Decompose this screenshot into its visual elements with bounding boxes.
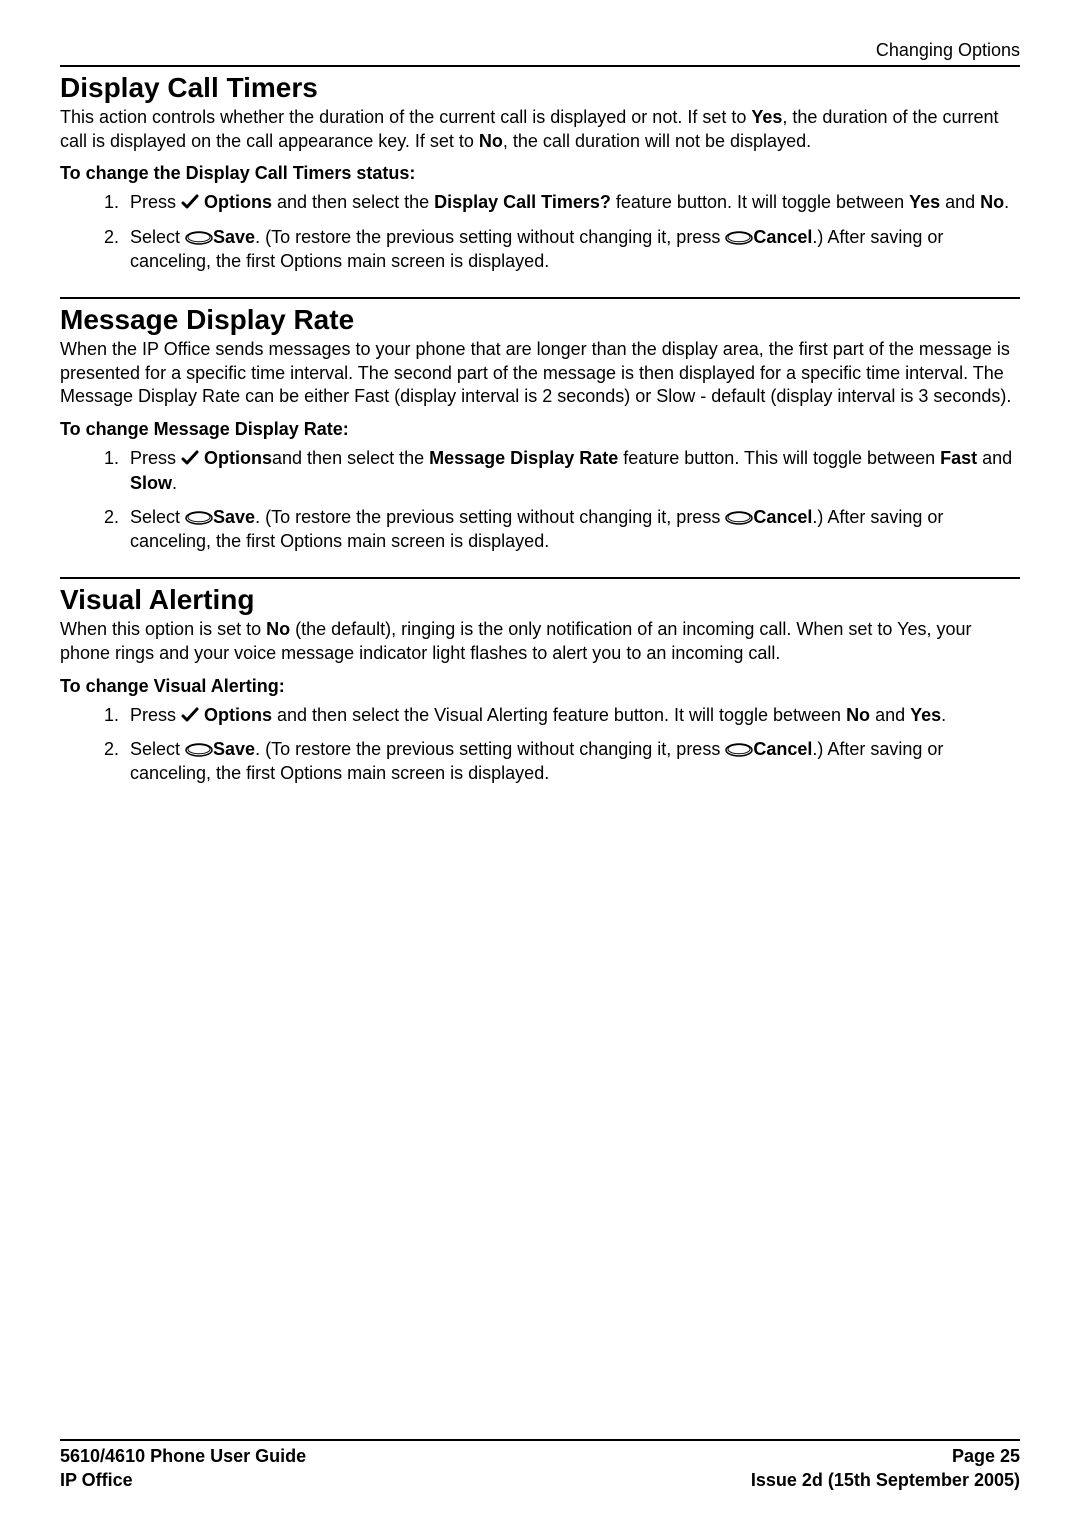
cancel-label: Cancel <box>753 227 812 247</box>
options-label: Options <box>199 192 272 212</box>
step-1: Press Options and then select the Visual… <box>124 703 1020 727</box>
softkey-icon <box>725 231 753 245</box>
header-rule <box>60 65 1020 67</box>
page-container: Changing Options Display Call Timers Thi… <box>0 0 1080 1528</box>
step-text: . <box>172 473 177 493</box>
step-text: Press <box>130 448 181 468</box>
step-text: . (To restore the previous setting witho… <box>255 507 725 527</box>
options-label: Options <box>199 448 272 468</box>
page-footer: 5610/4610 Phone User Guide Page 25 IP Of… <box>60 1439 1020 1492</box>
value-no: No <box>846 705 870 725</box>
footer-left-1: 5610/4610 Phone User Guide <box>60 1445 306 1468</box>
feature-name: Message Display Rate <box>429 448 618 468</box>
value-no: No <box>980 192 1004 212</box>
value-yes: Yes <box>910 705 941 725</box>
steps-list: Press Options and then select the Displa… <box>60 190 1020 273</box>
save-label: Save <box>213 739 255 759</box>
step-text: and then select the Visual Alerting feat… <box>272 705 846 725</box>
softkey-icon <box>185 743 213 757</box>
step-2: Select Save. (To restore the previous se… <box>124 737 1020 786</box>
cancel-label: Cancel <box>753 739 812 759</box>
check-icon <box>181 194 199 210</box>
step-text: Press <box>130 705 181 725</box>
section-rule <box>60 297 1020 299</box>
step-text: feature button. This will toggle between <box>618 448 940 468</box>
feature-name: Display Call Timers? <box>434 192 611 212</box>
intro-text: This action controls whether the duratio… <box>60 107 751 127</box>
step-1: Press Optionsand then select the Message… <box>124 446 1020 495</box>
step-1: Press Options and then select the Displa… <box>124 190 1020 214</box>
section-intro: When this option is set to No (the defau… <box>60 618 1020 666</box>
steps-list: Press Options and then select the Visual… <box>60 703 1020 786</box>
footer-row-2: IP Office Issue 2d (15th September 2005) <box>60 1469 1020 1492</box>
section-rule <box>60 577 1020 579</box>
options-label: Options <box>199 705 272 725</box>
softkey-icon <box>185 511 213 525</box>
section-visual-alerting: Visual Alerting When this option is set … <box>60 585 1020 785</box>
check-icon <box>181 450 199 466</box>
intro-text: , the call duration will not be displaye… <box>503 131 811 151</box>
softkey-icon <box>725 743 753 757</box>
cancel-label: Cancel <box>753 507 812 527</box>
step-text: Select <box>130 227 185 247</box>
value-no: No <box>479 131 503 151</box>
step-text: and then select the <box>272 448 429 468</box>
section-message-display-rate: Message Display Rate When the IP Office … <box>60 305 1020 553</box>
save-label: Save <box>213 507 255 527</box>
section-display-call-timers: Display Call Timers This action controls… <box>60 73 1020 273</box>
subheading: To change the Display Call Timers status… <box>60 163 1020 184</box>
step-text: Select <box>130 739 185 759</box>
step-text: and <box>977 448 1012 468</box>
step-2: Select Save. (To restore the previous se… <box>124 505 1020 554</box>
value-slow: Slow <box>130 473 172 493</box>
section-title: Visual Alerting <box>60 585 1020 616</box>
value-no: No <box>266 619 290 639</box>
step-text: . <box>1004 192 1009 212</box>
intro-text: When this option is set to <box>60 619 266 639</box>
step-text: and <box>940 192 980 212</box>
step-text: Press <box>130 192 181 212</box>
value-fast: Fast <box>940 448 977 468</box>
save-label: Save <box>213 227 255 247</box>
softkey-icon <box>185 231 213 245</box>
step-2: Select Save. (To restore the previous se… <box>124 225 1020 274</box>
step-text: . (To restore the previous setting witho… <box>255 227 725 247</box>
step-text: feature button. It will toggle between <box>611 192 909 212</box>
footer-left-2: IP Office <box>60 1469 133 1492</box>
steps-list: Press Optionsand then select the Message… <box>60 446 1020 553</box>
section-title: Display Call Timers <box>60 73 1020 104</box>
section-intro: This action controls whether the duratio… <box>60 106 1020 154</box>
step-text: Select <box>130 507 185 527</box>
softkey-icon <box>725 511 753 525</box>
section-title: Message Display Rate <box>60 305 1020 336</box>
section-intro: When the IP Office sends messages to you… <box>60 338 1020 409</box>
step-text: and then select the <box>272 192 434 212</box>
check-icon <box>181 707 199 723</box>
running-header: Changing Options <box>60 40 1020 61</box>
subheading: To change Message Display Rate: <box>60 419 1020 440</box>
step-text: and <box>870 705 910 725</box>
value-yes: Yes <box>751 107 782 127</box>
footer-right-2: Issue 2d (15th September 2005) <box>751 1469 1020 1492</box>
step-text: . (To restore the previous setting witho… <box>255 739 725 759</box>
subheading: To change Visual Alerting: <box>60 676 1020 697</box>
step-text: . <box>941 705 946 725</box>
footer-rule <box>60 1439 1020 1441</box>
footer-right-1: Page 25 <box>952 1445 1020 1468</box>
value-yes: Yes <box>909 192 940 212</box>
footer-row-1: 5610/4610 Phone User Guide Page 25 <box>60 1445 1020 1468</box>
